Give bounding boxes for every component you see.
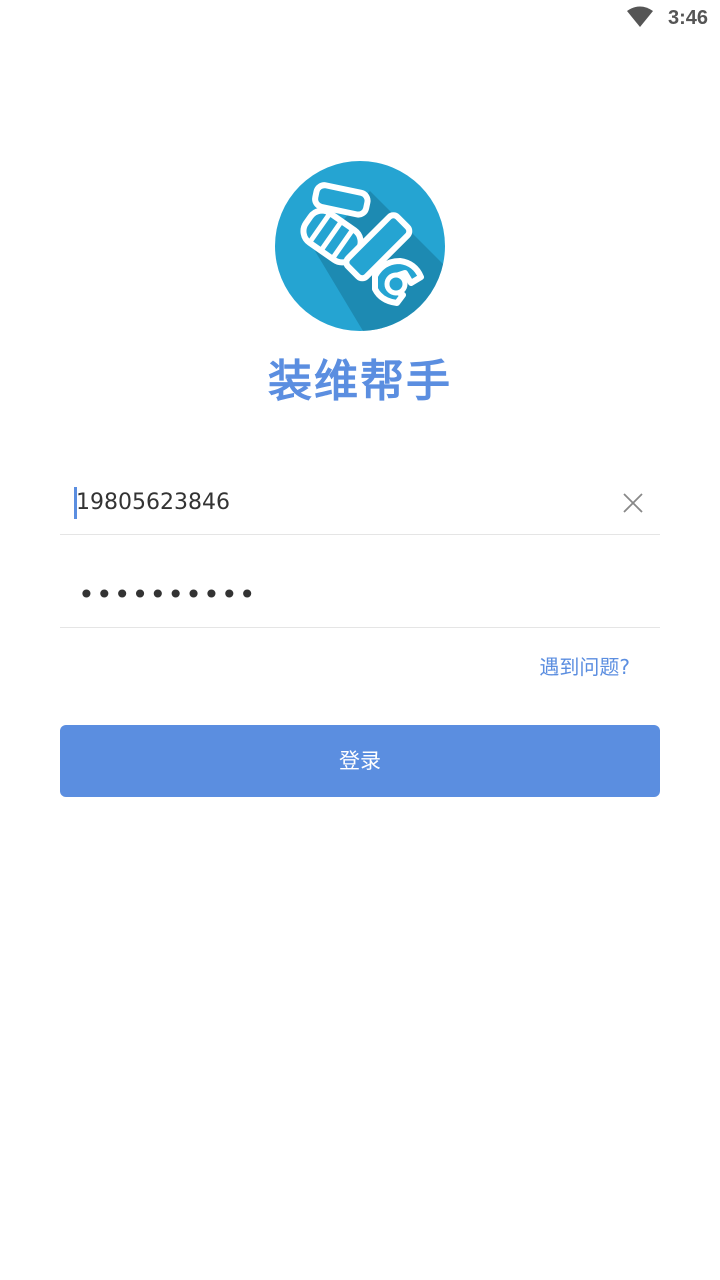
password-field[interactable]: •••••••••• xyxy=(60,565,660,628)
login-button[interactable]: 登录 xyxy=(60,725,660,797)
status-bar: 3:46 xyxy=(0,0,720,36)
wifi-icon xyxy=(627,6,653,27)
phone-field[interactable]: 19805623846 xyxy=(60,472,660,535)
help-link[interactable]: 遇到问题? xyxy=(539,654,630,680)
close-icon[interactable] xyxy=(622,492,644,514)
status-clock: 3:46 xyxy=(667,7,708,29)
phone-input-value[interactable]: 19805623846 xyxy=(76,488,230,518)
login-screen: 3:46 装维帮手 19805623846 •••••••••• 遇到问题? 登… xyxy=(0,0,720,1280)
app-title: 装维帮手 xyxy=(268,356,452,407)
password-input-value[interactable]: •••••••••• xyxy=(78,579,257,611)
wrench-hand-logo-icon xyxy=(275,161,445,331)
